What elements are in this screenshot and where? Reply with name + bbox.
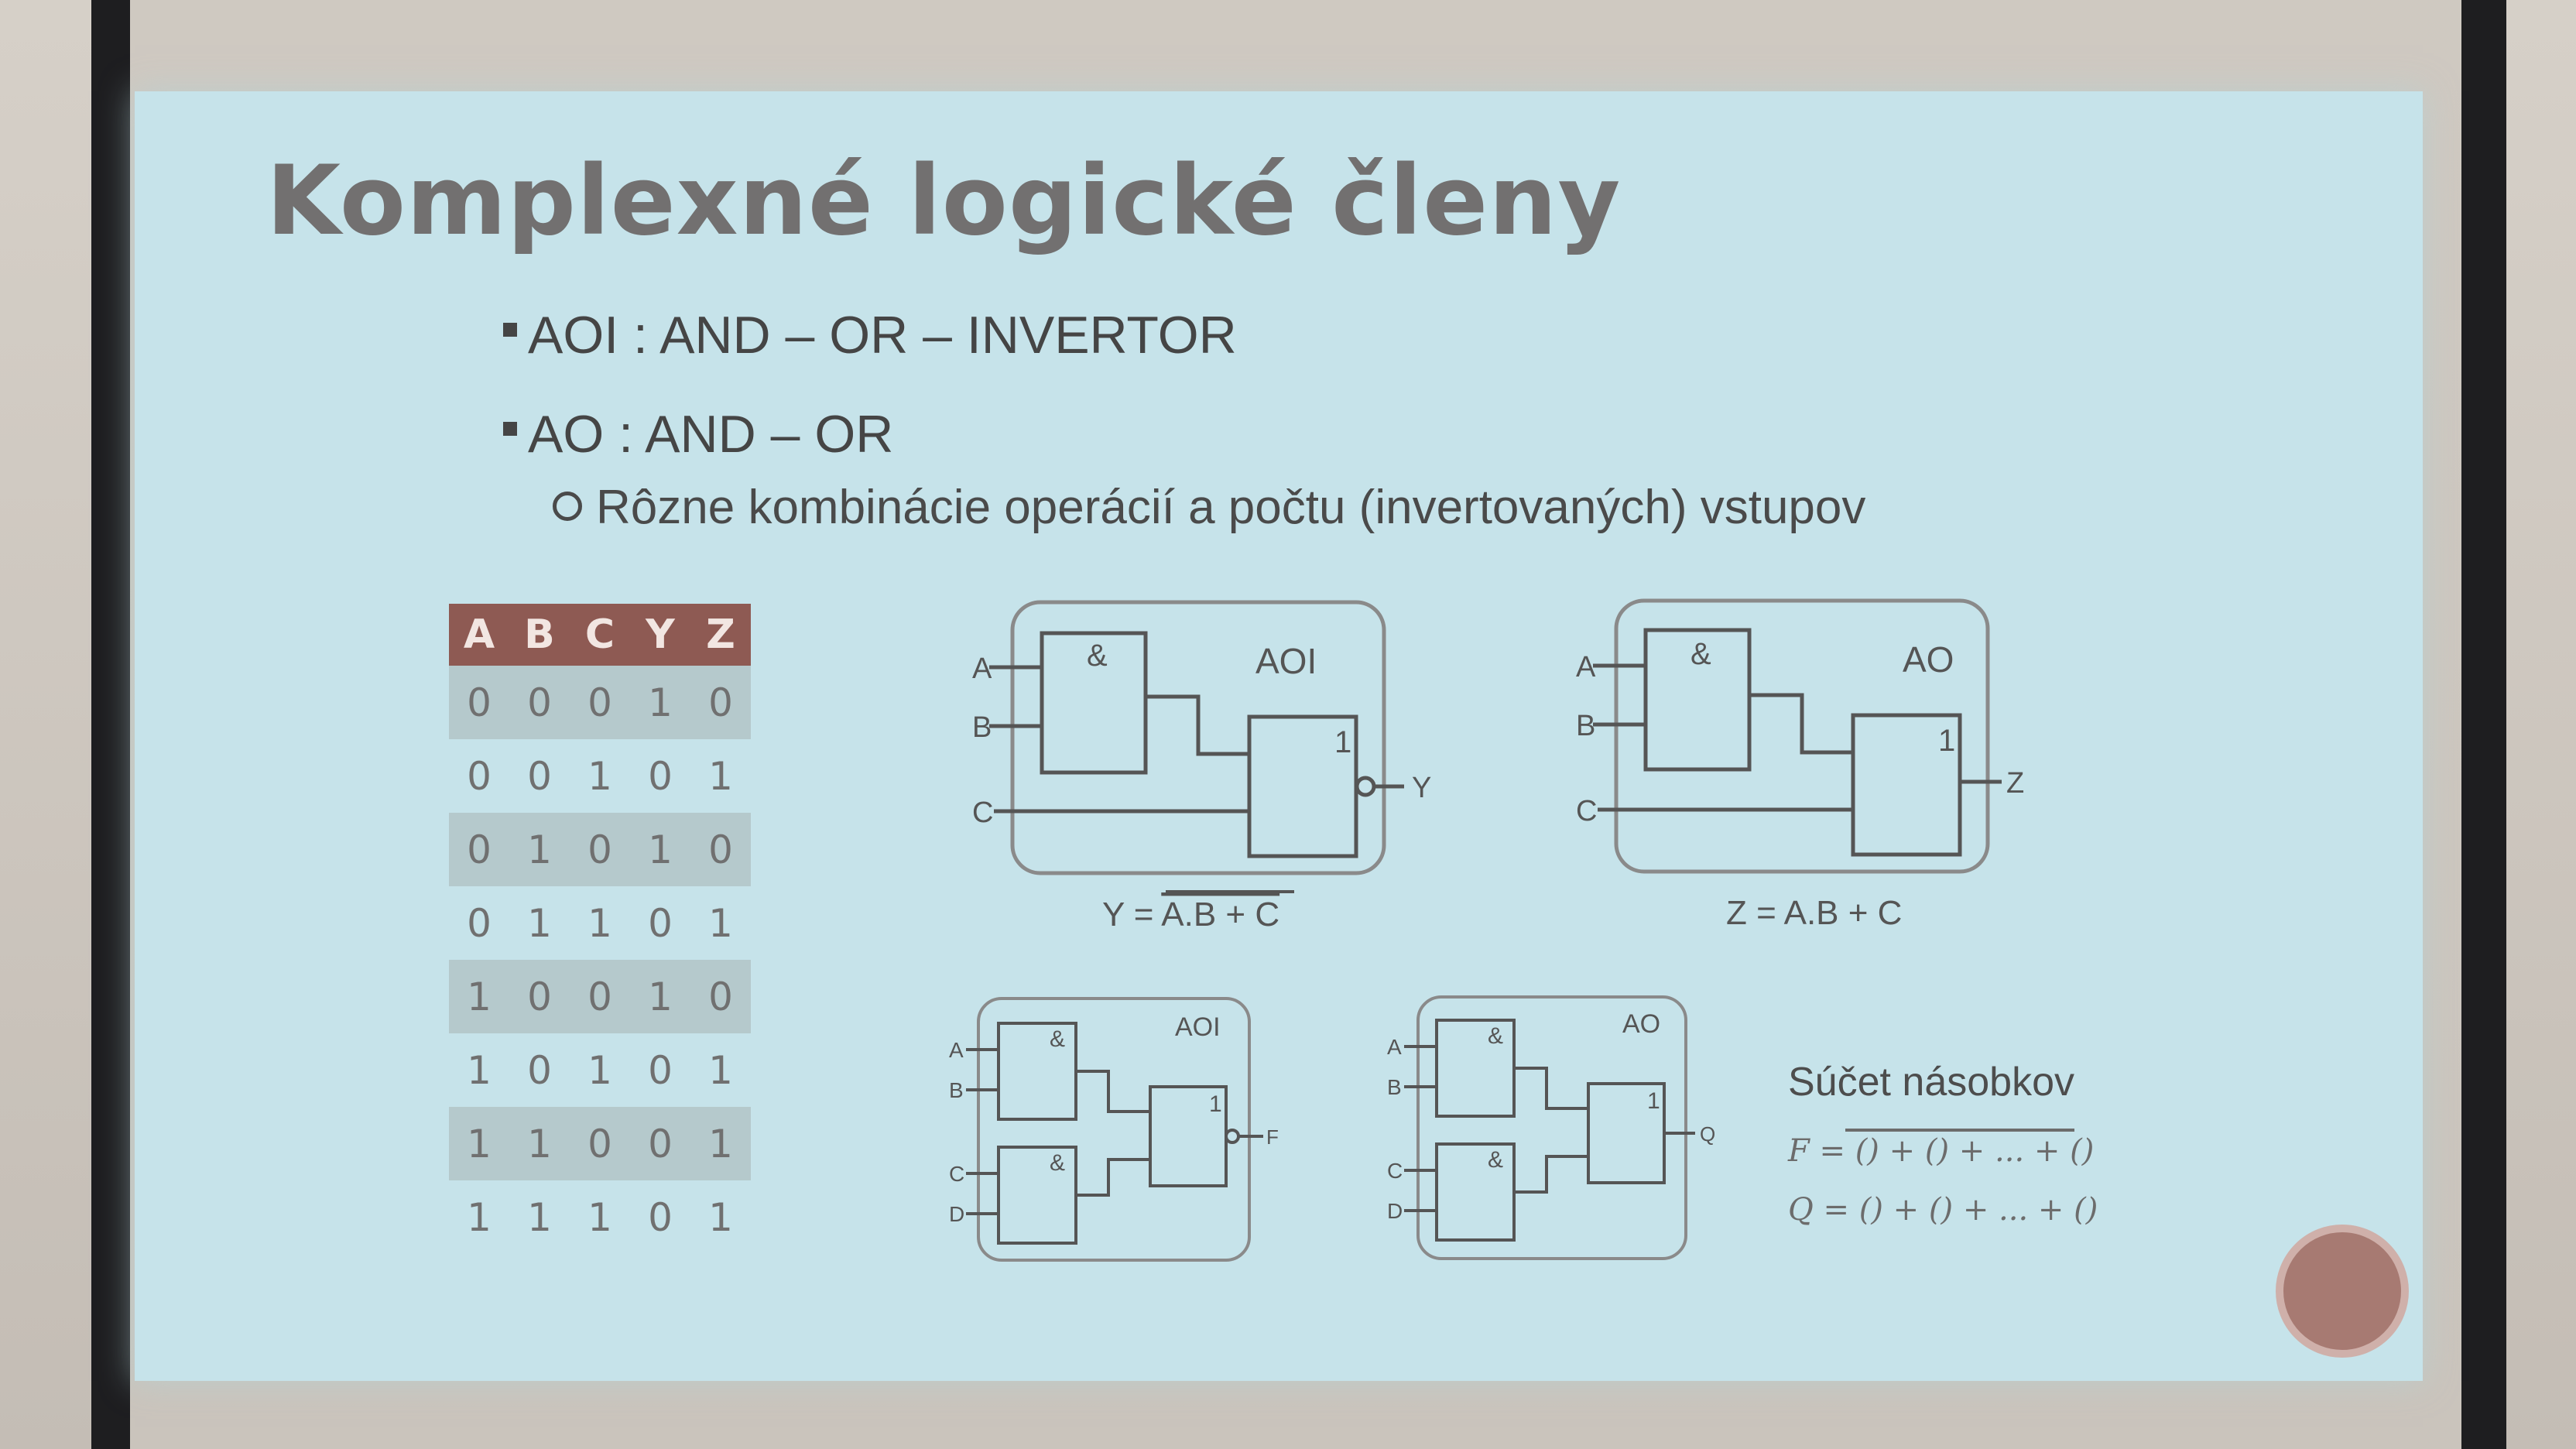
diagram-aoi-small: A B C D & & 1 AOI F (949, 997, 1279, 1262)
sum-of-products-label: Súčet násobkov (1788, 1060, 2075, 1105)
diagram-label: AOI (1175, 1012, 1221, 1042)
input-label: B (949, 1078, 964, 1102)
and-symbol: & (1488, 1023, 1503, 1049)
input-label: A (972, 653, 992, 685)
input-label: B (1576, 710, 1595, 742)
and-symbol: & (1488, 1147, 1503, 1173)
input-label: C (949, 1162, 964, 1186)
screen-frame-right (2460, 0, 2506, 1449)
formula-f-rhs: () + () + ... + () (1855, 1133, 2095, 1169)
screen-frame-left (91, 0, 132, 1449)
inverter-bubble (1225, 1129, 1240, 1144)
slide-corner-circle (2276, 1225, 2409, 1358)
input-label: C (1387, 1159, 1403, 1183)
input-label: A (1576, 651, 1596, 683)
input-label: B (1387, 1075, 1402, 1099)
and-symbol: & (1690, 637, 1711, 671)
output-label: Q (1700, 1122, 1715, 1146)
input-label: D (949, 1202, 964, 1226)
formula-f-lhs: F = (1788, 1133, 1855, 1169)
and-symbol: & (1050, 1150, 1065, 1176)
output-label: Y (1412, 772, 1431, 804)
or-symbol: 1 (1647, 1088, 1660, 1114)
or-symbol: 1 (1334, 725, 1351, 759)
equation-rhs: A.B + C (1161, 896, 1279, 933)
input-label: C (1576, 795, 1597, 827)
formula-f: F = () + () + ... + () (1788, 1133, 2094, 1169)
diagram-label: AO (1622, 1009, 1660, 1039)
and-symbol: & (1050, 1026, 1065, 1052)
diagram-aoi: A B C & 1 AOI Y Y = A.B + C (972, 600, 1431, 933)
slide: Komplexné logické členy AOI : AND – OR –… (135, 91, 2423, 1381)
input-label: B (972, 711, 992, 744)
diagram-ao-small: A B C D & & 1 AO Q (1387, 995, 1715, 1260)
logic-diagrams: A B C & 1 AOI Y Y = A.B + C A B C & 1 AO… (949, 598, 2074, 1262)
inverter-bubble (1355, 776, 1376, 797)
diagram-label: AO (1903, 639, 1954, 680)
input-label: A (1387, 1035, 1402, 1059)
or-symbol: 1 (1938, 724, 1955, 758)
output-label: F (1266, 1125, 1279, 1149)
input-label: D (1387, 1199, 1403, 1223)
input-label: C (972, 796, 993, 829)
equation: Z = A.B + C (1726, 894, 1902, 932)
equation: Y = A.B + C (1102, 896, 1279, 933)
diagram-ao: A B C & 1 AO Z Z = A.B + C (1576, 598, 2024, 932)
output-label: Z (2006, 767, 2024, 800)
equation-lhs: Y = (1102, 896, 1161, 933)
and-symbol: & (1087, 639, 1108, 673)
or-symbol: 1 (1209, 1091, 1222, 1117)
diagram-label: AOI (1255, 641, 1317, 681)
input-label: A (949, 1038, 964, 1062)
formula-q: Q = () + () + ... + () (1788, 1192, 2098, 1228)
